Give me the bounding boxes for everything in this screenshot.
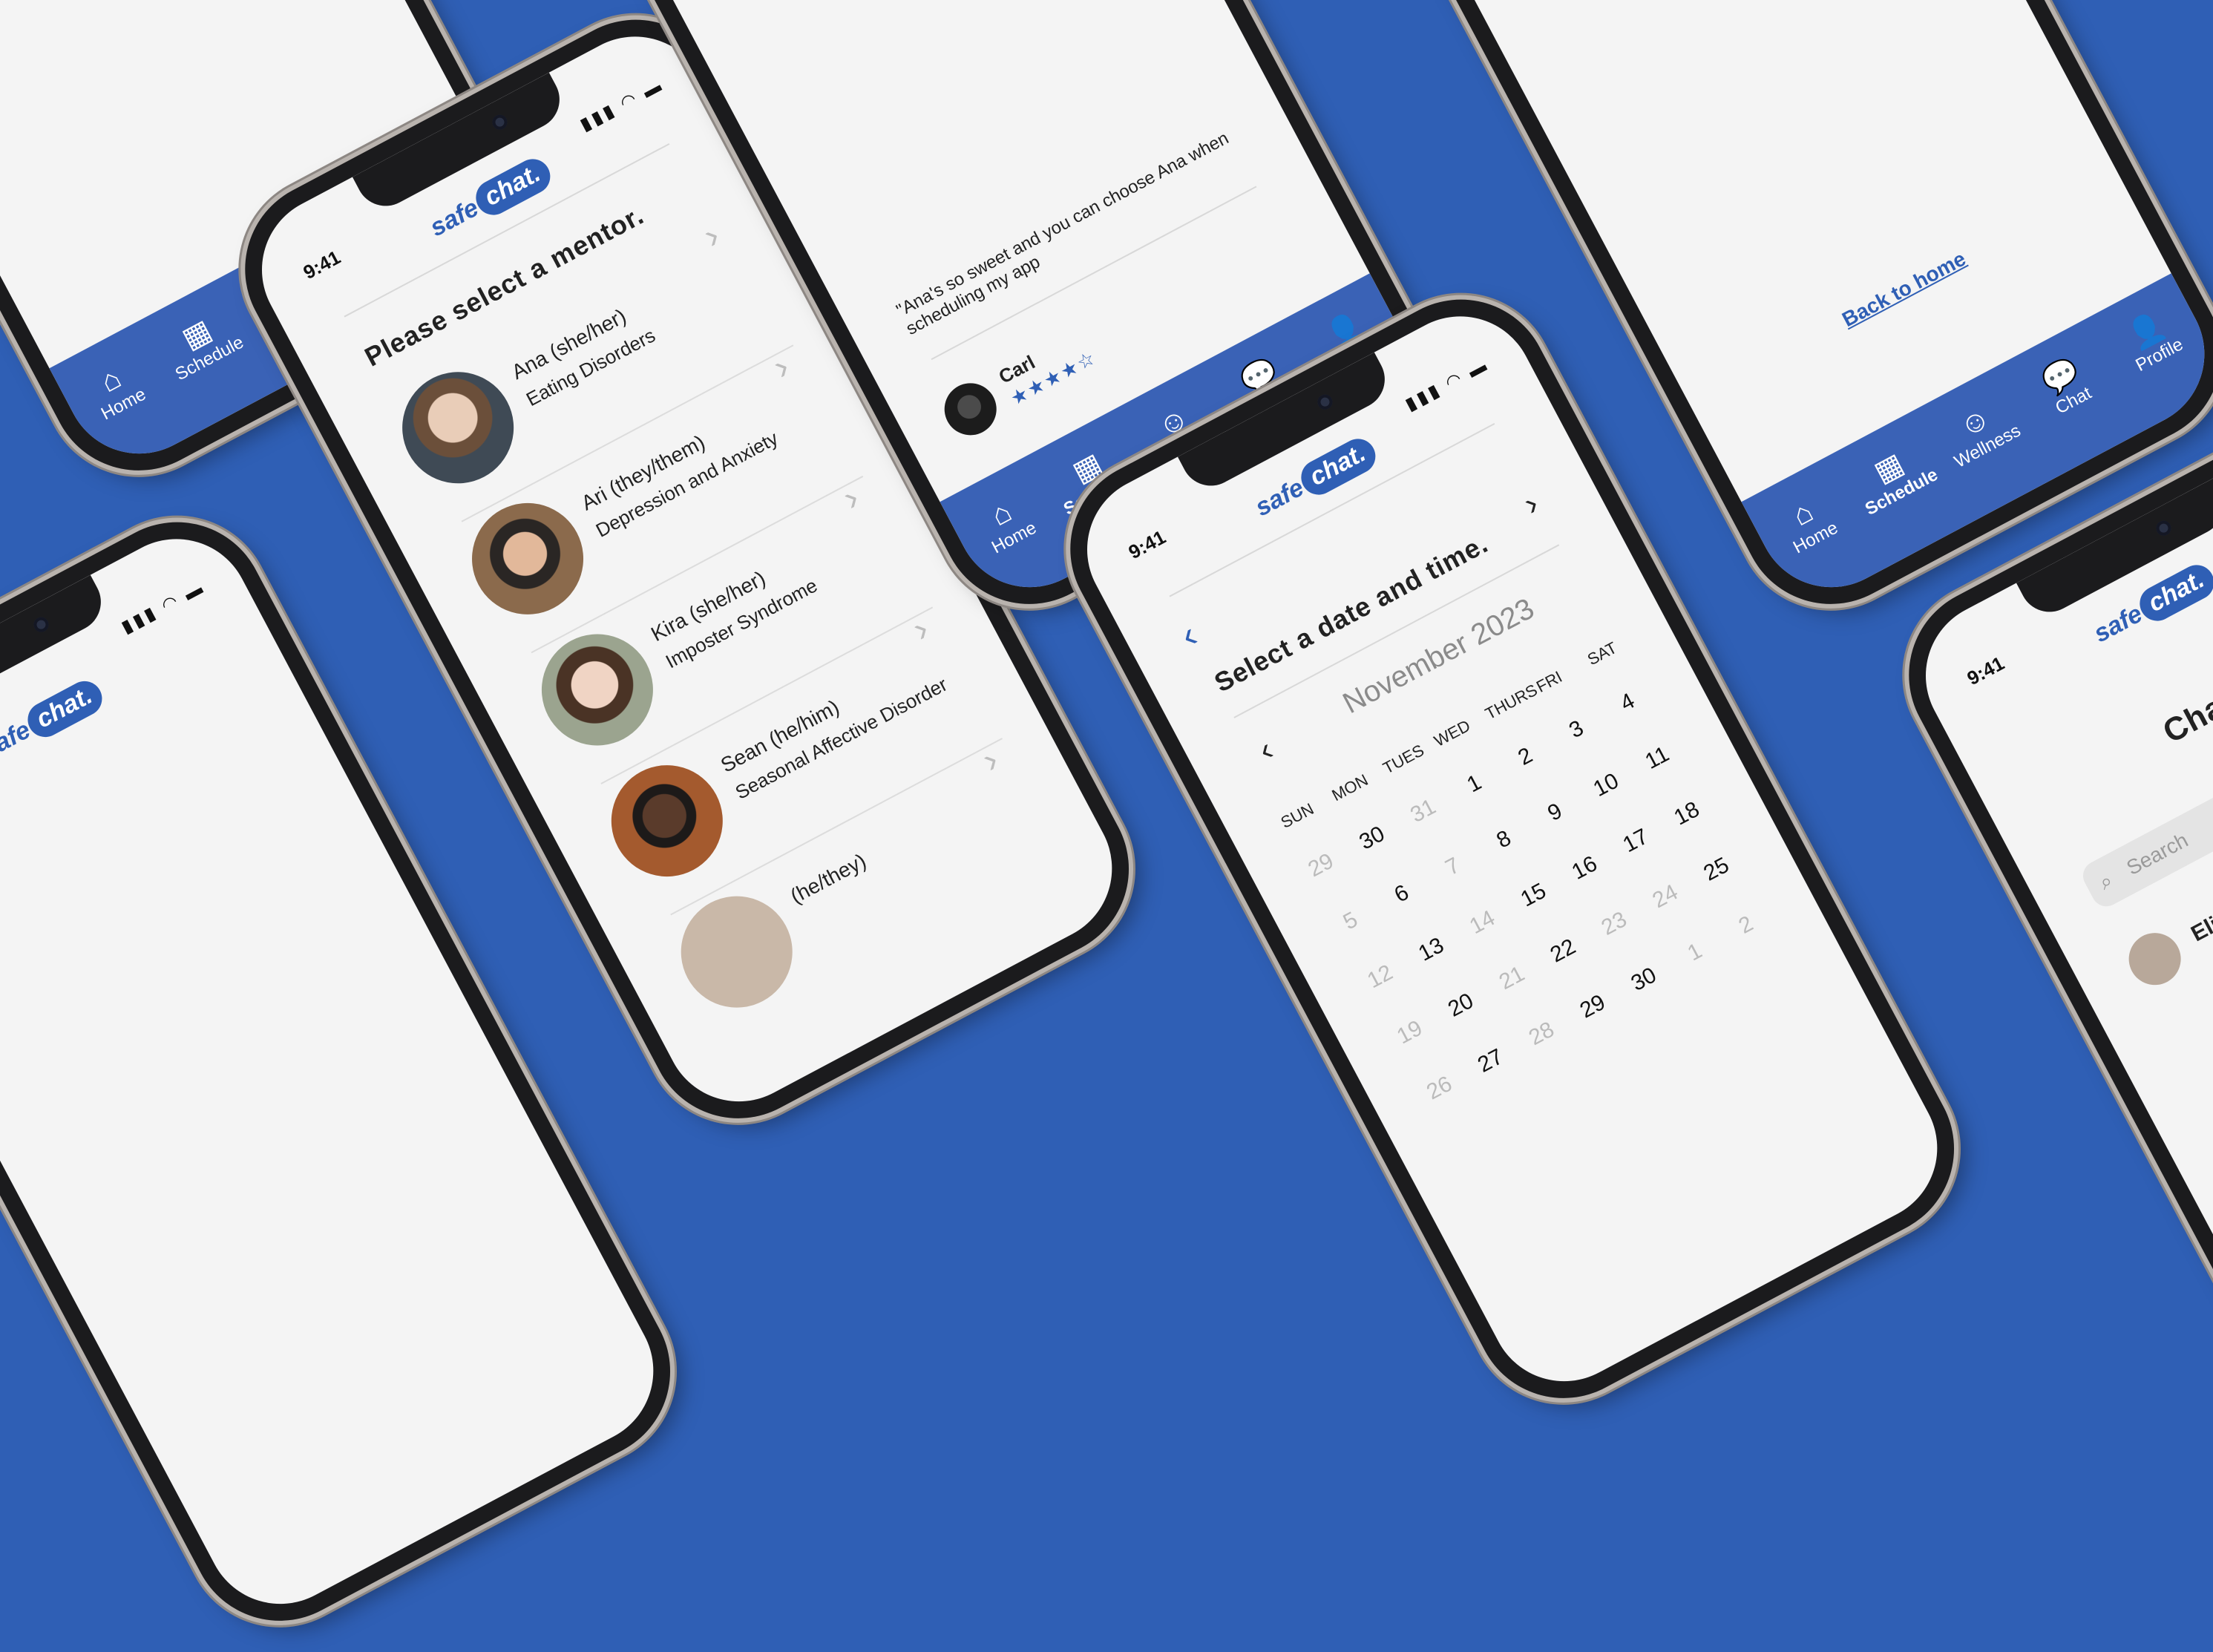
calendar-day[interactable]: 6 (1376, 873, 1427, 916)
avatar (382, 352, 534, 503)
camera-icon (489, 112, 511, 133)
contact-name[interactable]: Elizabeth (2187, 879, 2213, 948)
calendar-day[interactable]: 9 (1530, 791, 1581, 834)
chevron-right-icon: › (767, 347, 796, 387)
tab-home[interactable]: ⌂ Home (957, 479, 1055, 566)
weekday-header: MON (1328, 770, 1371, 805)
calendar-day: 29 (1304, 848, 1338, 882)
calendar-day[interactable]: 29 (1567, 986, 1619, 1029)
calendar-day[interactable]: 4 (1602, 681, 1653, 724)
calendar-day: 14 (1465, 905, 1499, 940)
calendar-day[interactable]: 30 (1619, 958, 1670, 1001)
calendar-day: 21 (1495, 961, 1529, 995)
calendar-day[interactable]: 16 (1559, 847, 1610, 890)
camera-icon (1314, 392, 1336, 413)
calendar-day: 26 (1423, 1071, 1456, 1105)
signal-wifi-battery-icon: ▮▮▮ ◠ ▬ (1402, 354, 1492, 416)
signal-wifi-battery-icon: ▮▮▮ ◠ ▬ (577, 74, 667, 136)
calendar-day[interactable]: 3 (1551, 708, 1602, 751)
calendar-day: 31 (1406, 794, 1440, 828)
calendar-day: 2 (1734, 911, 1757, 939)
calendar-day[interactable]: 30 (1347, 817, 1398, 860)
calendar-day[interactable]: 17 (1610, 819, 1662, 862)
calendar-day: 1 (1683, 938, 1706, 966)
prev-month-icon[interactable]: ‹ (1253, 731, 1279, 769)
calendar-day[interactable]: 22 (1538, 930, 1589, 973)
calendar-day: 5 (1339, 907, 1362, 935)
back-chevron-icon[interactable]: ‹ (1173, 613, 1204, 657)
avatar (935, 373, 1006, 445)
page-title: Chats (2157, 674, 2213, 751)
chevron-right-icon: › (836, 478, 866, 519)
calendar-day: 23 (1597, 907, 1631, 940)
chevron-right-icon: › (697, 215, 727, 257)
calendar-day[interactable]: 25 (1691, 848, 1742, 891)
search-icon: ⌕ (2095, 868, 2117, 894)
tab-home[interactable]: ⌂ Home (67, 346, 165, 433)
calendar-day[interactable]: 15 (1508, 873, 1559, 917)
calendar-day[interactable]: 10 (1581, 764, 1632, 807)
weekday-header: SUN (1277, 799, 1317, 832)
chevron-right-icon: › (976, 740, 1006, 781)
tab-schedule[interactable]: ▦Schedule (1845, 434, 1943, 521)
review-text: "Ana's so sweet and you can choose Ana w… (893, 128, 1233, 340)
weekday-header: THURS (1482, 680, 1541, 724)
calendar-day[interactable]: 8 (1478, 818, 1530, 861)
calendar-day[interactable]: 11 (1632, 737, 1683, 780)
tab-profile[interactable]: 👤Profile (2102, 297, 2200, 384)
camera-icon (2153, 518, 2174, 539)
camera-icon (30, 614, 52, 635)
tab-chat[interactable]: 💬Chat (2016, 342, 2114, 429)
calendar-day: 19 (1393, 1015, 1427, 1049)
chevron-right-icon: › (906, 609, 936, 650)
calendar-day[interactable]: 1 (1449, 762, 1500, 805)
next-chevron-icon[interactable]: › (1518, 485, 1544, 523)
avatar (2119, 923, 2190, 994)
weekday-header: WED (1431, 715, 1474, 751)
calendar-day: 24 (1648, 879, 1682, 914)
calendar-day: 28 (1524, 1017, 1558, 1051)
weekday-header: SAT (1584, 637, 1620, 669)
calendar-day[interactable]: 27 (1465, 1040, 1516, 1083)
signal-wifi-battery-icon: ▮▮▮ ◠ ▬ (118, 577, 209, 638)
calendar-day[interactable]: 20 (1435, 984, 1486, 1027)
weekday-header: TUES (1380, 741, 1427, 778)
calendar-day: 7 (1441, 853, 1464, 881)
calendar-day[interactable]: 2 (1500, 735, 1551, 779)
tab-wellness[interactable]: ☺Wellness (1931, 388, 2029, 475)
calendar-day[interactable]: 18 (1662, 793, 1713, 836)
tab-home[interactable]: ⌂ Home (1759, 479, 1857, 566)
calendar-day: 12 (1363, 960, 1397, 994)
tab-schedule[interactable]: ▦Schedule (153, 301, 251, 387)
phone-chats: 9:41 ▮▮▮ ◠ ▬ safechat. Chats ⌕ Search El… (1878, 394, 2213, 1556)
screen: 9:41 ▮▮▮ ◠ ▬ safechat. Chats ⌕ Search El… (1899, 416, 2213, 1534)
calendar-day[interactable]: 13 (1406, 928, 1457, 971)
